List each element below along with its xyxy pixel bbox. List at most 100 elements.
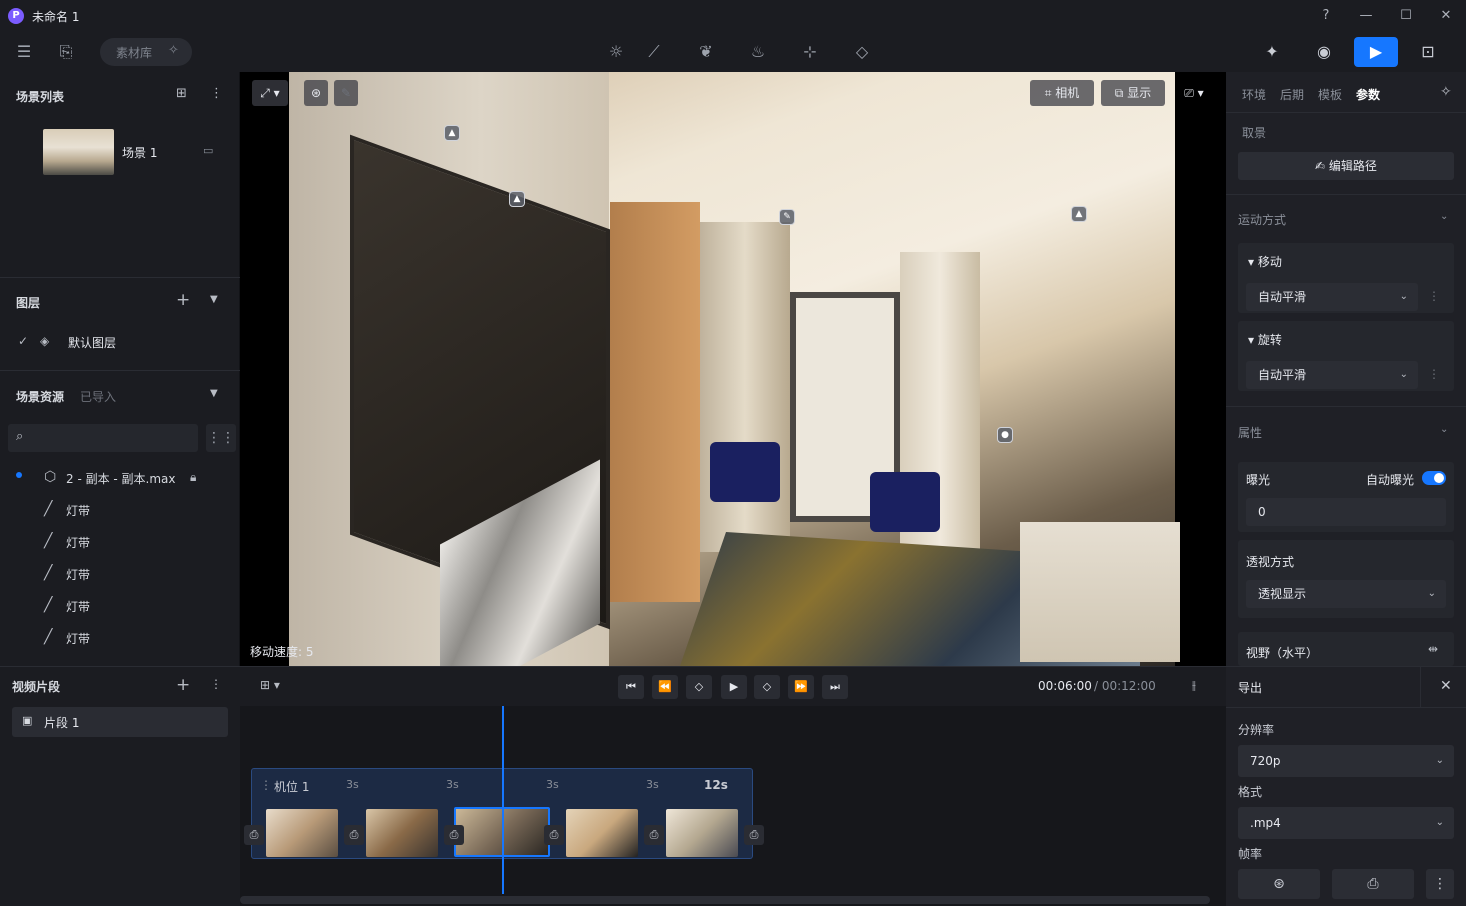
edit-marker-icon[interactable]: ✎	[779, 209, 795, 225]
camera-position-icon[interactable]: ⎙	[644, 825, 664, 845]
keyframe-thumbnail[interactable]	[366, 809, 438, 857]
image-effects-mode-button[interactable]: ✦	[1250, 37, 1294, 67]
skip-start-button[interactable]: ⏮	[618, 675, 644, 699]
check-icon[interactable]: ✓	[18, 334, 28, 348]
add-clip-icon[interactable]: +	[176, 675, 190, 695]
close-icon[interactable]: ✕	[1440, 678, 1452, 694]
plant-leaf-icon[interactable]: ❦	[692, 38, 720, 66]
filter-dropdown-icon[interactable]: ▼	[210, 294, 218, 305]
list-item[interactable]: ╱ 灯带	[0, 494, 240, 526]
3d-viewport[interactable]: ⤢ ▾ ⊛ ✎ ⌗ 相机 ⧉ 显示 ⎚ ▾ ▲ ▲ ✎ ▲ ● 移动速度: 5	[240, 72, 1226, 666]
filter-dropdown-icon[interactable]: ▼	[210, 388, 218, 399]
inbox-mode-button[interactable]: ⊡	[1406, 37, 1450, 67]
camera-position-icon[interactable]: ⎙	[344, 825, 364, 845]
path-tool-icon[interactable]: ⟋	[640, 38, 668, 66]
export-video-button[interactable]: ⎙	[1332, 869, 1414, 899]
imported-tab[interactable]: 已导入	[80, 388, 116, 405]
list-item[interactable]: ╱ 灯带	[0, 622, 240, 654]
lock-icon[interactable]: 🔒︎	[190, 470, 196, 485]
list-item[interactable]: ╱ 灯带	[0, 526, 240, 558]
display-button[interactable]: ⧉ 显示	[1101, 80, 1165, 106]
maximize-button[interactable]: ☐	[1395, 6, 1417, 26]
fov-expand-icon[interactable]: ⇹	[1428, 642, 1438, 656]
light-marker-icon[interactable]: ▲	[444, 125, 460, 141]
format-select[interactable]: .mp4 ⌄	[1238, 807, 1454, 839]
tab-post[interactable]: 后期	[1280, 86, 1304, 103]
light-bulb-icon[interactable]: ☼	[602, 38, 630, 66]
more-icon[interactable]: ⋮	[1428, 289, 1440, 303]
more-icon[interactable]: ⋮	[210, 86, 223, 101]
assets-title[interactable]: 场景资源	[16, 388, 64, 405]
collapse-chevron-icon[interactable]: ⌄	[1440, 211, 1448, 222]
list-item[interactable]: ╱ 灯带	[0, 590, 240, 622]
ai-sparkle-icon[interactable]: ✧	[1440, 84, 1452, 100]
photo-mode-button[interactable]: ◉	[1302, 37, 1346, 67]
play-button[interactable]: ▶	[721, 675, 747, 699]
video-mode-button[interactable]: ▶	[1354, 37, 1398, 67]
camera-icon[interactable]: ▭	[203, 144, 213, 157]
keyframe-thumbnail[interactable]	[266, 809, 338, 857]
light-marker-icon[interactable]: ▲	[1071, 206, 1087, 222]
more-icon[interactable]: ⋮	[210, 677, 222, 691]
exposure-input[interactable]: 0	[1246, 498, 1446, 526]
prev-keyframe-button[interactable]: ◇	[686, 675, 712, 699]
timeline-area[interactable]: ⋮ 机位 1 3s 3s 3s 3s 12s ⎙ ⎙ ⎙ ⎙ ⎙ ⎙	[240, 706, 1226, 906]
drag-handle-icon[interactable]: ⋮	[260, 778, 272, 792]
tab-environment[interactable]: 环境	[1242, 86, 1266, 103]
rotate-mode-select[interactable]: 自动平滑 ⌄	[1246, 361, 1418, 389]
add-scene-icon[interactable]: ⊞	[176, 86, 187, 101]
skip-end-button[interactable]: ⏭	[822, 675, 848, 699]
tab-template[interactable]: 模板	[1318, 86, 1342, 103]
render-settings-button[interactable]: ⊛	[1238, 869, 1320, 899]
help-icon[interactable]: ?	[1315, 6, 1337, 26]
list-item[interactable]: ╱ 灯带	[0, 558, 240, 590]
fast-forward-button[interactable]: ⏩	[788, 675, 814, 699]
camera-view-button[interactable]: ⌗ 相机	[1030, 80, 1094, 106]
add-layer-icon[interactable]: +	[176, 290, 190, 310]
auto-exposure-toggle[interactable]	[1422, 471, 1446, 485]
playhead[interactable]	[502, 706, 504, 894]
close-window-button[interactable]: ✕	[1435, 6, 1457, 26]
split-icon[interactable]: ⫲	[1192, 678, 1196, 693]
menu-icon[interactable]: ☰	[10, 38, 38, 66]
next-keyframe-button[interactable]: ◇	[754, 675, 780, 699]
picker-icon[interactable]: ✎	[334, 80, 358, 106]
fire-icon[interactable]: ♨	[744, 38, 772, 66]
viewport-camera-dropdown[interactable]: ⎚ ▾	[1174, 80, 1214, 106]
rewind-button[interactable]: ⏪	[652, 675, 678, 699]
move-mode-select[interactable]: 自动平滑 ⌄	[1246, 283, 1418, 311]
grid-view-icon[interactable]: ⋮⋮	[206, 424, 236, 452]
camera-position-icon[interactable]: ⎙	[544, 825, 564, 845]
minimize-button[interactable]: —	[1355, 6, 1377, 26]
asset-search-input[interactable]: ⌕	[8, 424, 198, 452]
ground-plane-icon[interactable]: ◇	[848, 38, 876, 66]
horizontal-scrollbar[interactable]	[240, 896, 1210, 904]
more-icon[interactable]: ⋮	[1428, 367, 1440, 381]
camera-position-icon[interactable]: ⎙	[744, 825, 764, 845]
keyframe-thumbnail[interactable]	[566, 809, 638, 857]
light-marker-icon[interactable]: ▲	[509, 191, 525, 207]
tab-parameters[interactable]: 参数	[1356, 86, 1380, 103]
navigation-icon[interactable]: ⊛	[304, 80, 328, 106]
material-library-button[interactable]: 素材库 ✧	[100, 38, 192, 66]
default-layer-label[interactable]: 默认图层	[68, 334, 116, 351]
add-camera-dropdown[interactable]: ⊞ ▾	[260, 678, 280, 692]
add-pointer-icon[interactable]: ⊹	[796, 38, 824, 66]
list-item[interactable]: ⬡ 2 - 副本 - 副本.max 🔒︎	[0, 462, 240, 494]
keyframe-thumbnail[interactable]	[666, 809, 738, 857]
bulb-marker-icon[interactable]: ●	[997, 427, 1013, 443]
perspective-select[interactable]: 透视显示 ⌄	[1246, 580, 1446, 608]
clip-item[interactable]: ▣ 片段 1	[12, 707, 228, 737]
edit-path-button[interactable]: ✍ 编辑路径	[1238, 152, 1454, 180]
camera-position-icon[interactable]: ⎙	[244, 825, 264, 845]
resolution-select[interactable]: 720p ⌄	[1238, 745, 1454, 777]
more-icon[interactable]: ⋮	[1426, 869, 1454, 899]
camera-position-icon[interactable]: ⎙	[444, 825, 464, 845]
import-file-icon[interactable]: ⎘	[52, 38, 80, 66]
divider	[1226, 406, 1466, 407]
scene-name[interactable]: 场景 1	[122, 144, 157, 161]
transform-gizmo-dropdown[interactable]: ⤢ ▾	[252, 80, 288, 106]
scene-thumbnail[interactable]	[43, 129, 114, 175]
layers-icon: ◈	[40, 334, 50, 348]
collapse-chevron-icon[interactable]: ⌄	[1440, 424, 1448, 435]
